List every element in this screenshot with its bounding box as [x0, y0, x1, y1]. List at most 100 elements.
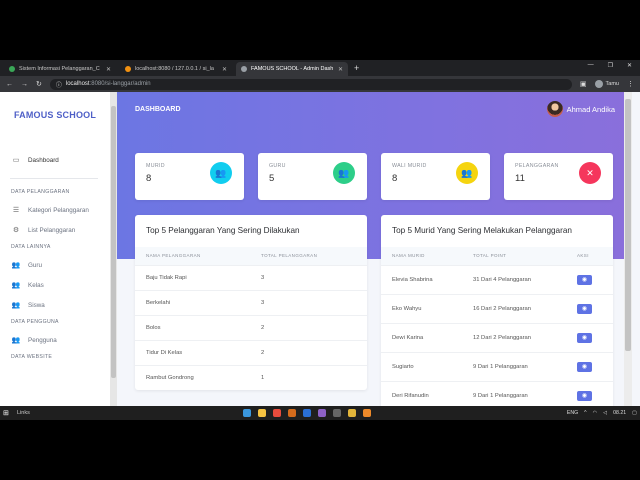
edge-icon[interactable]: [243, 409, 251, 417]
app: FAMOUS SCHOOL ▭ Dashboard DATA PELANGGAR…: [0, 92, 640, 406]
column-header: TOTAL PELANGGARAN: [250, 247, 367, 265]
pelanggaran-table: NAMA PELANGGARAN TOTAL PELANGGARAN Baju …: [135, 247, 367, 390]
taskbar-search[interactable]: Links: [13, 408, 233, 419]
profile-button[interactable]: Tamu: [594, 80, 619, 88]
forward-icon[interactable]: →: [21, 81, 28, 88]
screen: Sistem Informasi Pelanggaran_C ✕ localho…: [0, 60, 640, 420]
chrome-icon[interactable]: [348, 409, 356, 417]
view-button[interactable]: ◉: [577, 332, 592, 343]
tab-title: Sistem Informasi Pelanggaran_C: [19, 66, 100, 72]
card-title: Top 5 Pelanggaran Yang Sering Dilakukan: [146, 226, 300, 235]
stat-value: 8: [146, 173, 152, 184]
window-controls: — ❐ ✕: [588, 62, 632, 69]
new-tab-button[interactable]: +: [354, 62, 359, 76]
close-tab-icon[interactable]: ✕: [338, 66, 343, 73]
top-pelanggaran-card: Top 5 Pelanggaran Yang Sering Dilakukan …: [135, 215, 367, 390]
view-button[interactable]: ◉: [577, 303, 592, 314]
system-tray: ENG ^ ◠ ◁ 08.21 ▢: [567, 410, 637, 416]
list-icon: ☰: [12, 207, 20, 214]
taskbar: ⊞ Links ENG ^ ◠ ◁ 08.21 ▢: [0, 406, 640, 420]
stat-label: MURID: [146, 163, 165, 169]
stat-value: 8: [392, 173, 398, 184]
vscode-icon[interactable]: [318, 409, 326, 417]
stat-value: 5: [269, 173, 275, 184]
view-button[interactable]: ◉: [577, 274, 592, 285]
chevron-up-icon[interactable]: ^: [584, 410, 586, 416]
reload-icon[interactable]: ↻: [36, 80, 42, 88]
table-row: Bolos 2: [135, 314, 367, 340]
section-title: DATA LAINNYA: [11, 244, 51, 250]
notification-icon[interactable]: ▢: [632, 410, 637, 416]
sidebar-item-siswa[interactable]: 👥 Siswa: [0, 295, 110, 315]
cell: Elevia Shabrina: [381, 264, 462, 294]
table-row: Berkelahi 3: [135, 289, 367, 315]
scroll-thumb[interactable]: [625, 99, 631, 351]
browser-tab[interactable]: localhost:8080 / 127.0.0.1 / si_la ✕: [120, 62, 232, 76]
browser-tab[interactable]: Sistem Informasi Pelanggaran_C ✕: [4, 62, 116, 76]
clock[interactable]: 08.21: [613, 410, 626, 416]
main-scrollbar[interactable]: [624, 92, 632, 406]
brand-logo[interactable]: FAMOUS SCHOOL: [0, 92, 110, 138]
stat-card-guru: GURU 5 👥: [258, 153, 367, 200]
avatar: [546, 101, 563, 117]
tab-favicon-icon: [9, 66, 15, 72]
address-bar[interactable]: ⓘ localhost:8080/si-langgar/admin: [49, 78, 572, 90]
volume-icon[interactable]: ◁: [603, 410, 607, 416]
sidebar-item-list-pelanggaran[interactable]: ⚙ List Pelanggaran: [0, 220, 110, 240]
sidebar-item-label: Kategori Pelanggaran: [28, 206, 89, 214]
tab-title: localhost:8080 / 127.0.0.1 / si_la: [135, 66, 214, 72]
sidebar-item-pengguna[interactable]: 👥 Pengguna: [0, 330, 110, 350]
windows-start-icon[interactable]: ⊞: [3, 409, 13, 417]
table-row: Elevia Shabrina 31 Dari 4 Pelanggaran ◉: [381, 264, 613, 294]
users-icon: 👥: [333, 162, 355, 184]
app-icon[interactable]: [333, 409, 341, 417]
eye-icon: ◉: [581, 277, 588, 283]
app-icon[interactable]: [273, 409, 281, 417]
users-icon: 👥: [456, 162, 478, 184]
users-icon: 👥: [210, 162, 232, 184]
sidebar-item-kelas[interactable]: 👥 Kelas: [0, 275, 110, 295]
scroll-thumb[interactable]: [111, 106, 116, 378]
users-icon: 👥: [11, 337, 21, 344]
xampp-icon[interactable]: [363, 409, 371, 417]
view-button[interactable]: ◉: [577, 390, 592, 401]
maximize-icon[interactable]: ❐: [608, 62, 613, 69]
sidebar-item-label: Kelas: [28, 281, 44, 289]
close-window-icon[interactable]: ✕: [627, 62, 632, 69]
users-icon: 👥: [11, 262, 21, 269]
language-indicator[interactable]: ENG: [567, 410, 578, 416]
search-label: Links: [17, 410, 30, 416]
minimize-icon[interactable]: —: [588, 62, 594, 69]
stat-label: WALI MURID: [392, 163, 427, 169]
cell: 2: [250, 314, 367, 340]
view-button[interactable]: ◉: [577, 361, 592, 372]
close-tab-icon[interactable]: ✕: [222, 66, 227, 73]
sidebar-item-dashboard[interactable]: ▭ Dashboard: [0, 150, 110, 170]
info-icon[interactable]: ⓘ: [56, 80, 62, 89]
cell: 31 Dari 4 Pelanggaran: [462, 264, 566, 294]
sidebar-toggle-icon[interactable]: ▣: [580, 80, 587, 88]
menu-icon[interactable]: ⋮: [627, 80, 634, 88]
sidebar-scrollbar[interactable]: [110, 92, 117, 406]
app-icon[interactable]: [303, 409, 311, 417]
user-menu[interactable]: Ahmad Andika: [546, 101, 615, 117]
taskbar-apps: [243, 409, 371, 417]
app-icon[interactable]: [288, 409, 296, 417]
table-row: Sugiarto 9 Dari 1 Pelanggaran ◉: [381, 351, 613, 381]
eye-icon: ◉: [581, 393, 588, 400]
top-murid-card: Top 5 Murid Yang Sering Melakukan Pelang…: [381, 215, 613, 406]
sidebar-item-label: List Pelanggaran: [28, 226, 76, 234]
cell: 9 Dari 1 Pelanggaran: [462, 380, 566, 406]
sidebar-item-guru[interactable]: 👥 Guru: [0, 255, 110, 275]
wifi-icon[interactable]: ◠: [593, 410, 598, 416]
cell: Dewi Karina: [381, 322, 462, 352]
cell: Deri Rifanudin: [381, 380, 462, 406]
folder-icon[interactable]: [258, 409, 266, 417]
back-icon[interactable]: ←: [6, 81, 13, 88]
murid-table: NAMA MURID TOTAL POINT AKSI Elevia Shabr…: [381, 247, 613, 406]
page-title: DASHBOARD: [135, 106, 181, 113]
sidebar-item-kategori[interactable]: ☰ Kategori Pelanggaran: [0, 200, 110, 220]
browser-tab-active[interactable]: FAMOUS SCHOOL - Admin Dash ✕: [236, 62, 348, 76]
stat-label: PELANGGARAN: [515, 163, 559, 169]
close-tab-icon[interactable]: ✕: [106, 66, 111, 73]
